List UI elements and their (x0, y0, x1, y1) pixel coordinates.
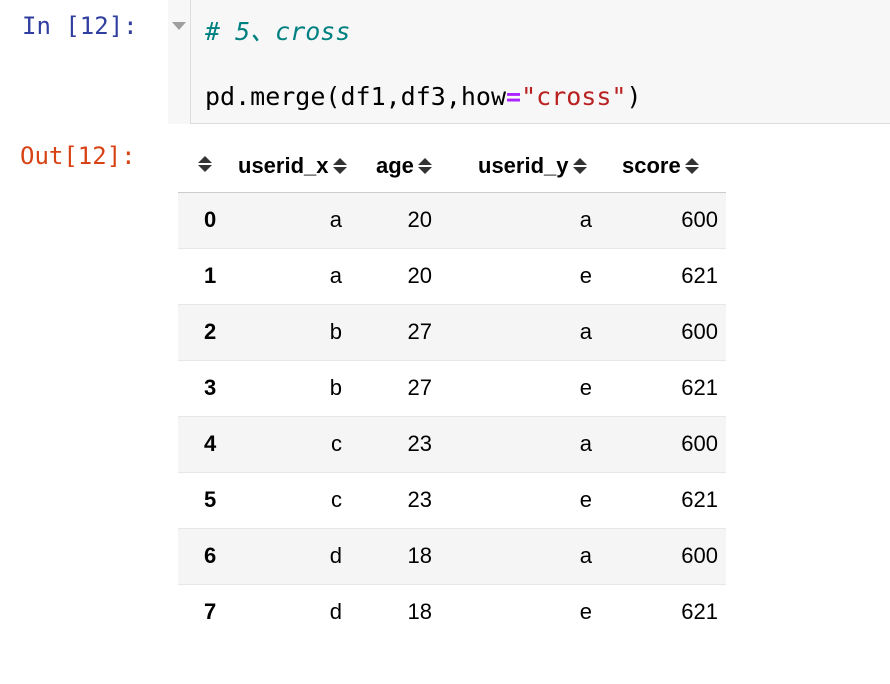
row-index: 5 (178, 472, 230, 529)
column-header-label: userid_y (478, 152, 569, 178)
code-call: pd.merge(df1,df3,how (205, 82, 507, 111)
cell-userid-x: a (230, 192, 368, 249)
cell-score: 600 (614, 304, 726, 361)
code-editor[interactable]: # 5、cross pd.merge(df1,df3,how="cross") (191, 0, 890, 124)
dataframe-table: userid_x age userid_y score 0 a 20 a 600… (178, 140, 726, 640)
code-line-1: # 5、cross (205, 12, 350, 48)
sort-icon[interactable] (684, 157, 699, 175)
cell-age: 20 (368, 248, 470, 305)
cell-age: 23 (368, 472, 470, 529)
cell-score: 621 (614, 248, 726, 305)
cell-userid-x: c (230, 416, 368, 473)
column-header-label: userid_x (238, 152, 329, 178)
row-index: 2 (178, 304, 230, 361)
row-index: 4 (178, 416, 230, 473)
column-header-label: score (622, 152, 681, 178)
table-row: 5 c 23 e 621 (178, 472, 726, 529)
input-prompt: In [12]: (22, 12, 138, 40)
cell-score: 621 (614, 360, 726, 417)
table-row: 6 d 18 a 600 (178, 528, 726, 585)
index-header[interactable] (178, 140, 230, 193)
cell-userid-y: e (470, 472, 614, 529)
cell-userid-y: a (470, 304, 614, 361)
cell-age: 23 (368, 416, 470, 473)
column-header-userid-x[interactable]: userid_x (230, 140, 368, 193)
code-comment: # 5、cross (205, 17, 351, 46)
column-header-label: age (376, 152, 414, 178)
cell-age: 18 (368, 528, 470, 585)
code-operator: = (506, 82, 522, 111)
table-body: 0 a 20 a 600 1 a 20 e 621 2 b 27 a 600 3… (178, 192, 726, 640)
cell-userid-y: a (470, 528, 614, 585)
cell-age: 20 (368, 192, 470, 249)
cell-age: 27 (368, 304, 470, 361)
cell-userid-y: a (470, 416, 614, 473)
cell-age: 27 (368, 360, 470, 417)
cell-userid-x: b (230, 360, 368, 417)
cell-userid-y: a (470, 192, 614, 249)
cell-score: 600 (614, 416, 726, 473)
cell-age: 18 (407, 599, 432, 625)
code-line-2: pd.merge(df1,df3,how="cross") (205, 82, 642, 111)
row-index: 6 (178, 528, 230, 585)
chevron-down-icon[interactable] (172, 22, 186, 30)
table-row: 7 d 18 e 621 (178, 584, 726, 640)
sort-icon[interactable] (198, 155, 212, 173)
input-collapser[interactable] (168, 0, 191, 124)
cell-userid-x: d (329, 599, 342, 625)
cell-userid-x: a (230, 248, 368, 305)
cell-userid-y: e (470, 360, 614, 417)
table-header-row: userid_x age userid_y score (178, 140, 726, 193)
column-header-userid-y[interactable]: userid_y (470, 140, 614, 193)
sort-icon[interactable] (417, 157, 432, 175)
column-header-age[interactable]: age (368, 140, 470, 193)
table-row: 3 b 27 e 621 (178, 360, 726, 417)
row-index: 7 (204, 599, 217, 625)
cell-userid-x: d (230, 528, 368, 585)
cell-score: 621 (681, 599, 718, 625)
table-row: 0 a 20 a 600 (178, 192, 726, 249)
code-string: "cross" (521, 82, 627, 111)
cell-userid-y: e (579, 599, 592, 625)
cell-userid-x: b (230, 304, 368, 361)
column-header-score[interactable]: score (614, 140, 726, 193)
table-row: 4 c 23 a 600 (178, 416, 726, 473)
cell-score: 621 (614, 472, 726, 529)
cell-userid-y: e (470, 248, 614, 305)
row-index: 3 (178, 360, 230, 417)
output-prompt: Out[12]: (20, 142, 136, 170)
table-row: 1 a 20 e 621 (178, 248, 726, 305)
sort-icon[interactable] (332, 157, 347, 175)
sort-icon[interactable] (572, 157, 587, 175)
table-row: 2 b 27 a 600 (178, 304, 726, 361)
cell-score: 600 (614, 528, 726, 585)
cell-score: 600 (614, 192, 726, 249)
row-index: 1 (178, 248, 230, 305)
row-index: 0 (178, 192, 230, 249)
dataframe-table-container: userid_x age userid_y score 0 a 20 a 600… (178, 140, 726, 640)
code-paren: ) (626, 82, 642, 111)
cell-userid-x: c (230, 472, 368, 529)
